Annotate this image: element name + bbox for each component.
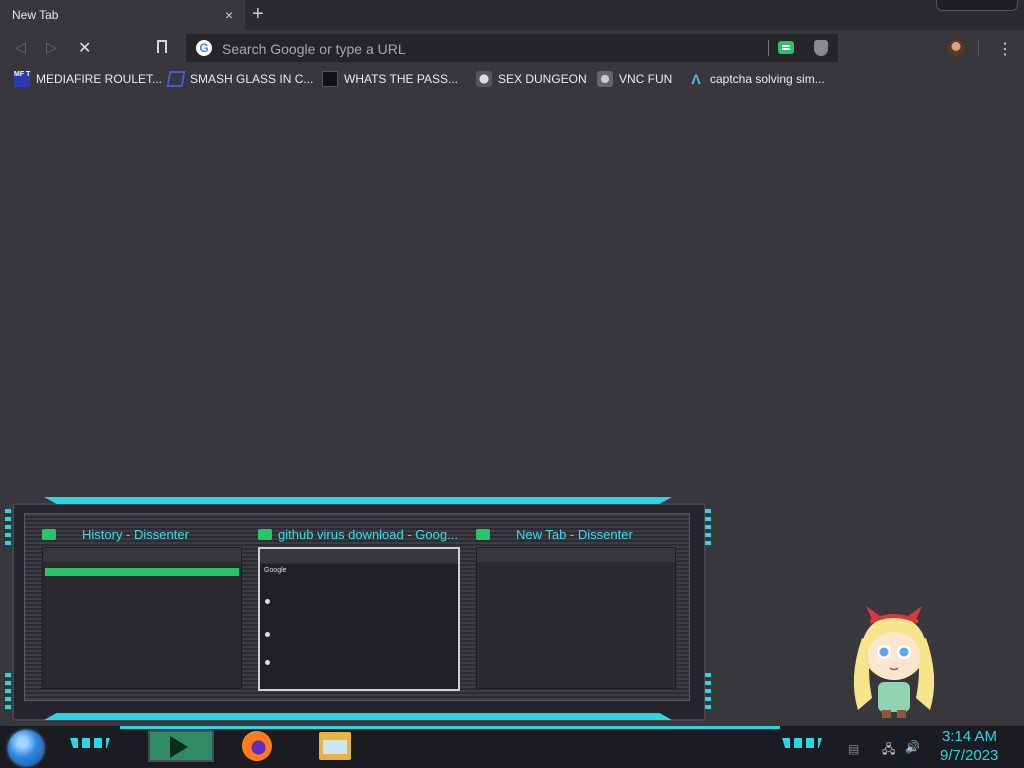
file-explorer-icon[interactable]: [319, 732, 351, 760]
preview-title: New Tab - Dissenter: [476, 527, 676, 543]
password-site-icon: [322, 71, 338, 87]
omnibox-divider: [768, 40, 769, 56]
tab-new-tab[interactable]: New Tab ×: [0, 0, 245, 30]
start-button[interactable]: [8, 730, 44, 766]
mini-history-header: [45, 568, 239, 576]
preview-accent-left: [5, 509, 11, 547]
smash-glass-icon: [166, 71, 186, 87]
mini-result-dot: [265, 632, 270, 637]
avatar[interactable]: [948, 40, 964, 56]
bookmark-label: MEDIAFIRE ROULET...: [36, 72, 163, 87]
taskbar-chevron-right: [782, 738, 822, 748]
preview-window-new-tab[interactable]: New Tab - Dissenter: [476, 521, 676, 689]
preview-title: History - Dissenter: [42, 527, 242, 543]
bookmark-label: SEX DUNGEON: [498, 72, 587, 87]
taskbar: ▤ 🖧 🔊 3:14 AM 9/7/2023: [0, 726, 1024, 768]
browser-toolbar: ◁ ▷ ✕ G ⋮: [0, 30, 1024, 66]
preview-window-github[interactable]: github virus download - Goog... Google: [258, 521, 460, 691]
dissenter-icon: [42, 529, 56, 541]
clock-time[interactable]: 3:14 AM: [942, 728, 997, 745]
preview-title-text: github virus download - Goog...: [278, 527, 458, 542]
taskbar-chevron-left: [70, 738, 110, 748]
bookmark-label: WHATS THE PASS...: [344, 72, 459, 87]
preview-accent-right: [705, 509, 711, 547]
dissenter-icon: [258, 529, 272, 541]
bookmark-vnc-fun[interactable]: VNC FUN: [597, 71, 673, 88]
volume-icon[interactable]: 🔊: [905, 740, 920, 754]
dissenter-taskbar-icon[interactable]: [148, 730, 214, 762]
bookmark-mediafire[interactable]: MF T MEDIAFIRE ROULET...: [14, 71, 163, 88]
mini-toolbar: [260, 549, 458, 564]
shield-icon[interactable]: [814, 40, 828, 56]
preview-accent-right-low: [705, 673, 711, 711]
mediafire-icon: MF T: [14, 71, 30, 87]
preview-thumbnail: Google: [258, 547, 460, 691]
clock-date[interactable]: 9/7/2023: [940, 747, 998, 764]
tab-title: New Tab: [12, 8, 59, 22]
window-preview-panel: History - Dissenter github virus downloa…: [0, 497, 714, 725]
forward-button[interactable]: ▷: [46, 39, 57, 56]
google-g-icon: G: [196, 40, 212, 56]
toolbar-divider: [978, 40, 979, 56]
bookmarks-bar: MF T MEDIAFIRE ROULET... SMASH GLASS IN C…: [0, 66, 1024, 94]
close-tab-icon[interactable]: ×: [225, 7, 233, 23]
omnibox[interactable]: G: [186, 34, 838, 64]
firefox-icon[interactable]: [242, 731, 272, 761]
bookmark-label: SMASH GLASS IN C...: [190, 72, 314, 87]
mini-toolbar: [43, 548, 241, 563]
mini-toolbar: [477, 548, 675, 563]
taskbar-accent-stripe: [120, 726, 780, 729]
show-hidden-icons-icon[interactable]: ▤: [848, 742, 859, 756]
menu-icon[interactable]: ⋮: [997, 39, 1013, 59]
captcha-icon: Λ: [691, 71, 701, 87]
back-button[interactable]: ◁: [15, 39, 26, 56]
dungeon-icon: [476, 71, 492, 87]
preview-thumbnail: [42, 547, 242, 689]
mini-result-dot: [265, 599, 270, 604]
preview-title-text: New Tab - Dissenter: [516, 527, 633, 542]
tab-strip: New Tab × +: [0, 0, 1024, 30]
preview-title: github virus download - Goog...: [258, 527, 458, 543]
bookmark-label: VNC FUN: [619, 72, 673, 87]
bookmark-captcha[interactable]: Λcaptcha solving sim...: [688, 71, 825, 88]
dissenter-icon: [476, 529, 490, 541]
preview-title-text: History - Dissenter: [82, 527, 189, 542]
bookmark-sex-dungeon[interactable]: SEX DUNGEON: [476, 71, 587, 88]
address-bar-input[interactable]: [220, 34, 764, 64]
preview-accent-top: [44, 497, 672, 504]
mini-google-logo: Google: [264, 567, 287, 574]
vnc-icon: [597, 71, 613, 87]
stop-loading-button[interactable]: ✕: [78, 38, 91, 58]
preview-accent-bottom: [44, 713, 672, 720]
bookmark-icon[interactable]: [157, 40, 167, 57]
preview-thumbnail: [476, 547, 676, 689]
cartoon-character-sticker: [853, 606, 935, 718]
preview-accent-left-low: [5, 673, 11, 711]
preview-window-history[interactable]: History - Dissenter: [42, 521, 242, 689]
bookmark-label: captcha solving sim...: [710, 72, 825, 87]
bookmark-whats-the-pass[interactable]: WHATS THE PASS...: [322, 71, 459, 88]
window-controls[interactable]: [936, 0, 1018, 11]
bookmark-smash-glass[interactable]: SMASH GLASS IN C...: [166, 71, 314, 88]
dissenter-icon[interactable]: [778, 41, 794, 54]
new-tab-button[interactable]: +: [252, 4, 264, 24]
network-icon[interactable]: 🖧: [882, 740, 895, 761]
mini-result-dot: [265, 660, 270, 665]
